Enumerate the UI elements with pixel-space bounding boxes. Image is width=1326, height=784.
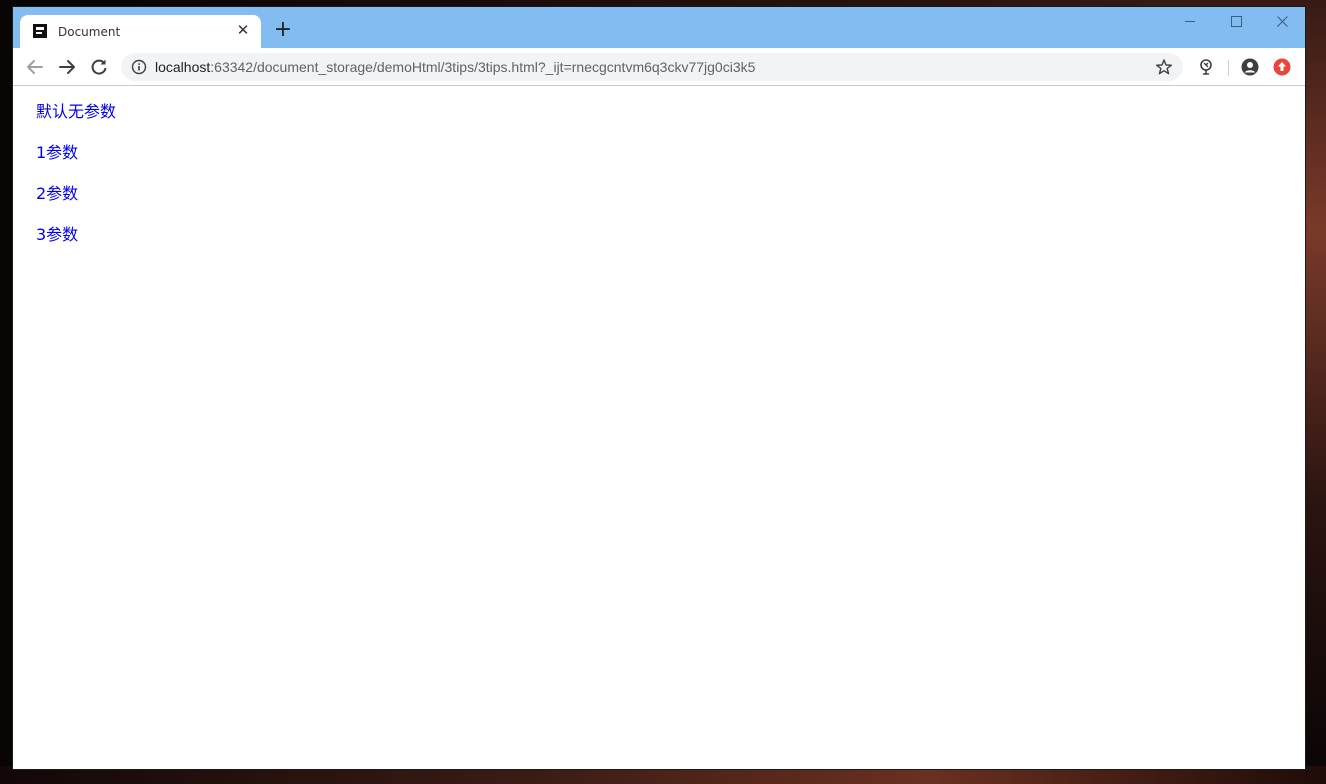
browser-window: Document ✕ + localhost:63342/document_st…: [13, 7, 1305, 769]
maximize-button[interactable]: [1213, 9, 1259, 37]
info-icon[interactable]: [131, 59, 147, 75]
browser-toolbar: localhost:63342/document_storage/demoHtm…: [13, 48, 1305, 86]
forward-arrow-icon: [59, 60, 75, 74]
toolbar-divider: [1228, 60, 1229, 76]
close-icon: [1276, 16, 1288, 27]
tab-title: Document: [58, 25, 121, 39]
reload-icon: [91, 59, 107, 75]
minimize-button[interactable]: [1167, 9, 1213, 37]
address-bar[interactable]: localhost:63342/document_storage/demoHtm…: [121, 53, 1183, 81]
browser-tab[interactable]: Document ✕: [20, 15, 261, 48]
link-default-no-params[interactable]: 默认无参数: [36, 102, 116, 121]
favicon-icon: [33, 24, 47, 38]
url-host: localhost: [155, 59, 211, 75]
reload-button[interactable]: [86, 54, 112, 80]
link-two-params[interactable]: 2参数: [36, 184, 116, 203]
forward-button[interactable]: [54, 54, 80, 80]
back-button[interactable]: [22, 54, 48, 80]
minimize-icon: [1185, 21, 1195, 22]
window-close-button[interactable]: [1259, 9, 1305, 37]
title-bar: Document ✕ +: [13, 7, 1305, 48]
tab-close-button[interactable]: ✕: [233, 20, 253, 40]
page-content: 默认无参数 1参数 2参数 3参数: [13, 86, 1305, 769]
back-arrow-icon: [27, 60, 43, 74]
profile-icon[interactable]: [1241, 58, 1259, 76]
new-tab-button[interactable]: +: [271, 18, 295, 42]
extension-icon[interactable]: [1198, 58, 1216, 76]
maximize-icon: [1230, 16, 1242, 27]
bookmark-star-icon[interactable]: [1155, 58, 1173, 76]
url-path: :63342/document_storage/demoHtml/3tips/3…: [210, 59, 756, 75]
update-icon[interactable]: [1273, 58, 1291, 76]
url-text[interactable]: localhost:63342/document_storage/demoHtm…: [155, 59, 755, 75]
link-three-params[interactable]: 3参数: [36, 225, 116, 244]
link-one-param[interactable]: 1参数: [36, 143, 116, 162]
link-list: 默认无参数 1参数 2参数 3参数: [36, 102, 116, 266]
